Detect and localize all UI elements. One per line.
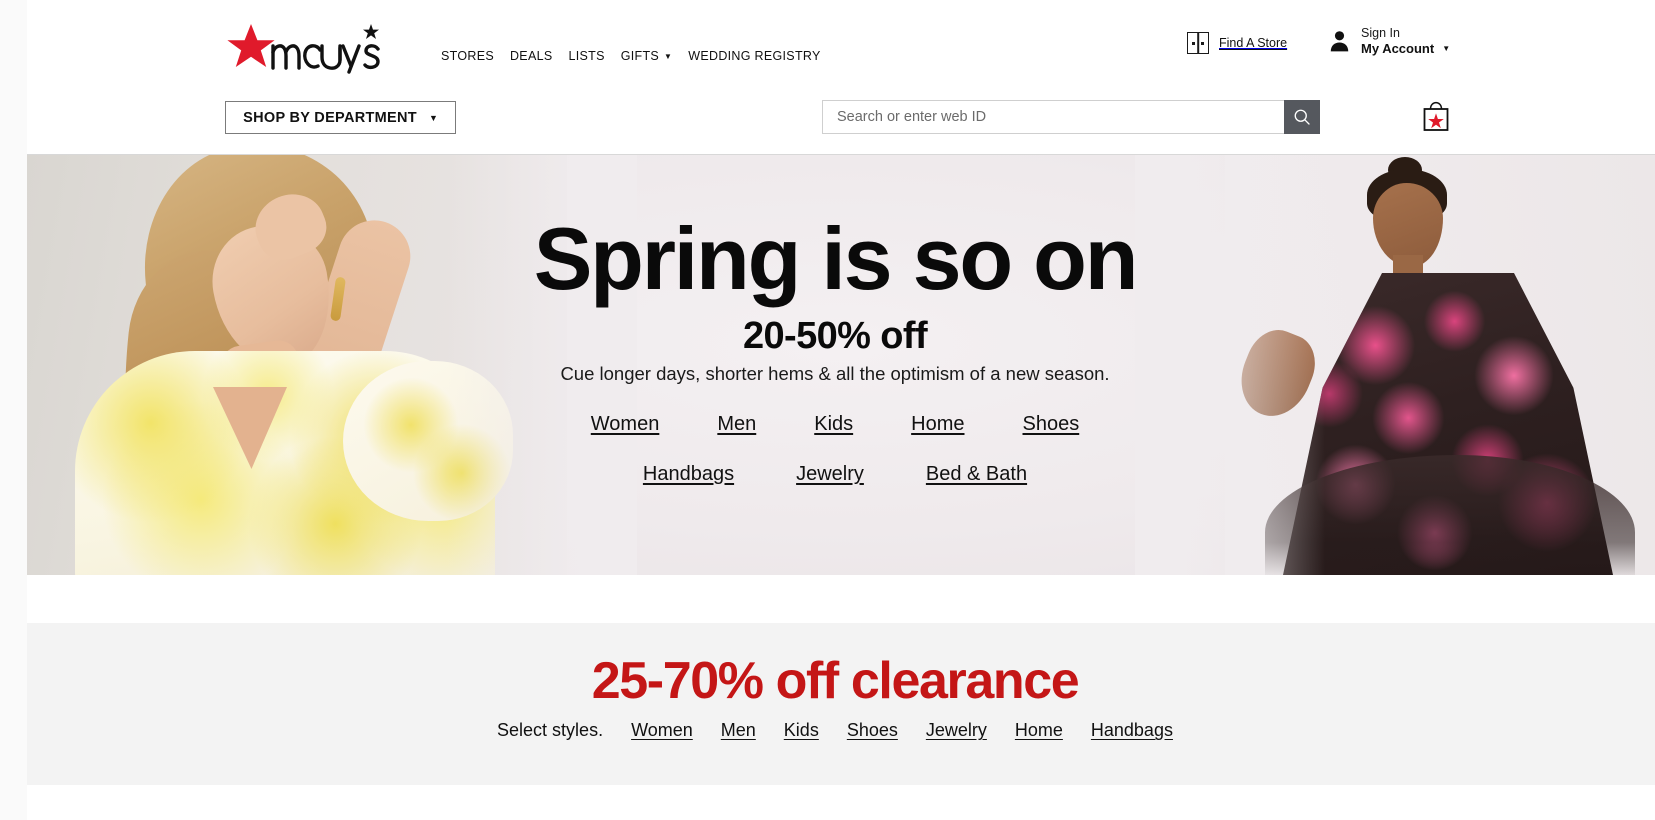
my-account-label: My Account: [1361, 40, 1435, 56]
hero-description: Cue longer days, shorter hems & all the …: [560, 363, 1110, 384]
macys-homepage: STORES DEALS LISTS GIFTS WEDDING REGISTR…: [27, 0, 1655, 820]
person-icon: [1330, 31, 1349, 52]
my-account-row[interactable]: My Account ▼: [1361, 41, 1450, 56]
nav-item-lists[interactable]: LISTS: [568, 45, 620, 67]
hero-category-links-row-2: Handbags Jewelry Bed & Bath: [27, 463, 1655, 486]
shop-by-department-label: SHOP BY DEPARTMENT: [243, 109, 417, 126]
hero-link-kids[interactable]: Kids: [814, 413, 853, 436]
account-text: Sign In My Account ▼: [1361, 26, 1450, 56]
hero-link-jewelry[interactable]: Jewelry: [796, 463, 864, 486]
search-bar: [822, 100, 1320, 134]
hero-link-women[interactable]: Women: [591, 413, 660, 436]
macys-logo[interactable]: [225, 22, 385, 74]
nav-item-deals[interactable]: DEALS: [510, 45, 569, 67]
hero-category-links-row-1: Women Men Kids Home Shoes: [27, 413, 1655, 436]
browser-viewport: STORES DEALS LISTS GIFTS WEDDING REGISTR…: [0, 0, 1655, 820]
shopping-bag-button[interactable]: [1417, 98, 1455, 136]
nav-item-gifts[interactable]: GIFTS: [621, 45, 689, 67]
search-input[interactable]: [822, 100, 1284, 134]
shopping-bag-icon: [1423, 101, 1449, 131]
clearance-banner: 25-70% off clearance Select styles. Wome…: [27, 623, 1655, 785]
hero-content: Spring is so on 20-50% off Cue longer da…: [27, 155, 1655, 575]
site-header: STORES DEALS LISTS GIFTS WEDDING REGISTR…: [27, 0, 1655, 155]
left-gutter: [0, 0, 27, 820]
hero-link-men[interactable]: Men: [717, 413, 756, 436]
hero-banner: Spring is so on 20-50% off Cue longer da…: [27, 155, 1655, 575]
clearance-links: Select styles. Women Men Kids Shoes Jewe…: [15, 720, 1655, 741]
chevron-down-icon: ▼: [428, 112, 438, 123]
chevron-down-icon: ▼: [1442, 43, 1451, 53]
bottom-spacer: [27, 785, 1655, 820]
hero-link-home[interactable]: Home: [911, 413, 964, 436]
clearance-link-handbags[interactable]: Handbags: [1091, 720, 1173, 741]
primary-nav: STORES DEALS LISTS GIFTS WEDDING REGISTR…: [441, 45, 837, 67]
nav-item-wedding-registry[interactable]: WEDDING REGISTRY: [688, 45, 836, 67]
shop-by-department-button[interactable]: SHOP BY DEPARTMENT ▼: [225, 101, 456, 134]
clearance-title: 25-70% off clearance: [591, 652, 1080, 710]
nav-item-stores[interactable]: STORES: [441, 45, 510, 67]
clearance-link-home[interactable]: Home: [1015, 720, 1063, 741]
storefront-icon: [1187, 32, 1209, 54]
clearance-link-men[interactable]: Men: [721, 720, 756, 741]
find-a-store-link[interactable]: Find A Store: [1187, 32, 1287, 54]
search-icon: [1294, 109, 1310, 125]
hero-title: Spring is so on: [533, 209, 1139, 308]
hero-link-shoes[interactable]: Shoes: [1023, 413, 1080, 436]
hero-link-handbags[interactable]: Handbags: [643, 463, 734, 486]
account-menu[interactable]: Sign In My Account ▼: [1327, 26, 1450, 56]
section-spacer: [27, 575, 1655, 623]
clearance-link-shoes[interactable]: Shoes: [847, 720, 898, 741]
sign-in-label[interactable]: Sign In: [1361, 26, 1450, 41]
hero-link-bed-and-bath[interactable]: Bed & Bath: [926, 463, 1027, 486]
hero-subtitle: 20-50% off: [742, 315, 928, 357]
clearance-link-kids[interactable]: Kids: [784, 720, 819, 741]
clearance-link-jewelry[interactable]: Jewelry: [926, 720, 987, 741]
clearance-note: Select styles.: [497, 720, 604, 740]
search-button[interactable]: [1284, 100, 1320, 134]
clearance-link-women[interactable]: Women: [631, 720, 693, 741]
find-a-store-label: Find A Store: [1219, 36, 1288, 50]
